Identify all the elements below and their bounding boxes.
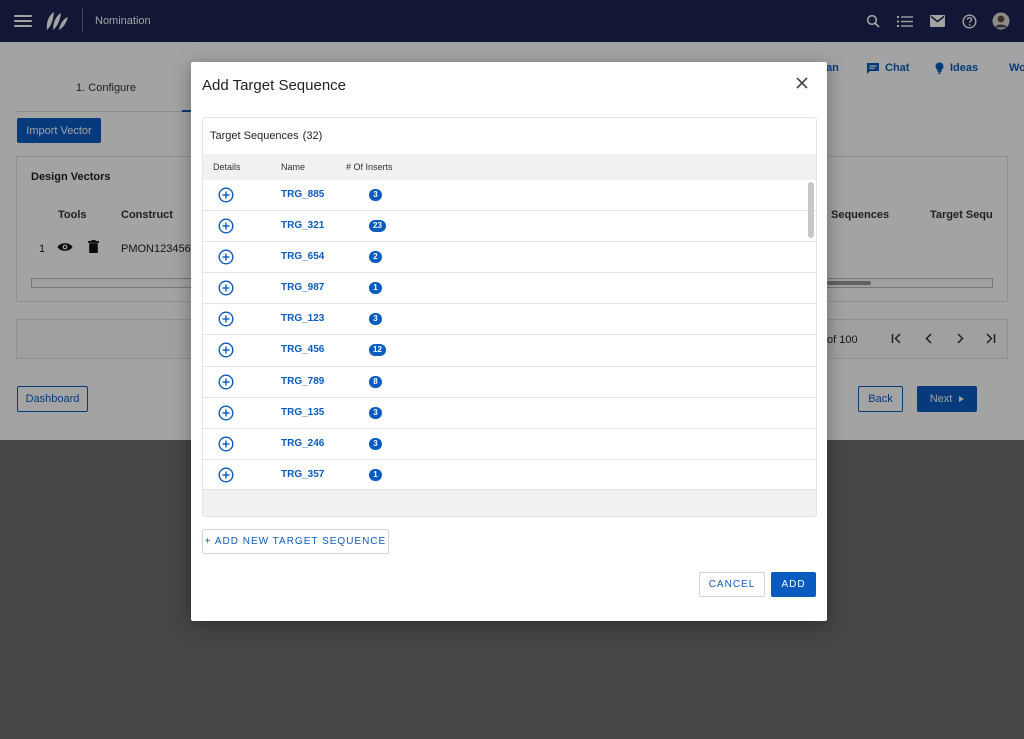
inserts-badge: 23 — [369, 220, 386, 233]
add-circle-icon[interactable] — [218, 280, 234, 296]
sequence-name[interactable]: TRG_789 — [281, 376, 324, 387]
inserts-badge: 8 — [369, 375, 382, 388]
dialog-title: Add Target Sequence — [202, 77, 347, 94]
sequence-name[interactable]: TRG_456 — [281, 344, 324, 355]
table-row[interactable]: TRG_135 3 — [203, 398, 816, 429]
sequence-name[interactable]: TRG_885 — [281, 189, 324, 200]
add-circle-icon[interactable] — [218, 374, 234, 390]
col-name[interactable]: Name — [281, 162, 305, 172]
sequence-rows[interactable]: TRG_885 3 TRG_321 23 TRG_654 2 TRG_987 1… — [203, 180, 816, 491]
table-row[interactable]: TRG_789 8 — [203, 367, 816, 398]
panel-title: Target Sequences — [210, 130, 299, 142]
cancel-button[interactable]: CANCEL — [699, 572, 765, 597]
col-inserts[interactable]: # Of Inserts — [346, 162, 393, 172]
panel-count: (32) — [302, 130, 323, 142]
add-circle-icon[interactable] — [218, 311, 234, 327]
table-row[interactable]: TRG_357 1 — [203, 460, 816, 491]
inserts-badge: 3 — [369, 406, 382, 419]
add-circle-icon[interactable] — [218, 467, 234, 483]
inserts-badge: 3 — [369, 437, 382, 450]
table-row[interactable]: TRG_246 3 — [203, 429, 816, 460]
sequence-name[interactable]: TRG_246 — [281, 438, 324, 449]
add-new-target-sequence-button[interactable]: + ADD NEW TARGET SEQUENCE — [202, 529, 389, 554]
target-sequences-panel: Target Sequences (32) Details Name # Of … — [202, 117, 817, 517]
vertical-scrollbar[interactable] — [808, 182, 814, 238]
sequence-name[interactable]: TRG_987 — [281, 282, 324, 293]
inserts-badge: 2 — [369, 251, 382, 264]
table-row[interactable]: TRG_456 12 — [203, 335, 816, 367]
add-circle-icon[interactable] — [218, 218, 234, 234]
add-button[interactable]: ADD — [771, 572, 816, 597]
col-details: Details — [213, 162, 241, 172]
inserts-badge: 3 — [369, 189, 382, 201]
add-circle-icon[interactable] — [218, 405, 234, 421]
sequence-name[interactable]: TRG_357 — [281, 469, 324, 480]
table-row[interactable]: TRG_321 23 — [203, 211, 816, 243]
table-row[interactable]: TRG_885 3 — [203, 180, 816, 212]
add-circle-icon[interactable] — [218, 187, 234, 203]
column-header: Details Name # Of Inserts — [203, 154, 816, 180]
inserts-badge: 1 — [369, 468, 382, 481]
inserts-badge: 3 — [369, 313, 382, 326]
add-circle-icon[interactable] — [218, 249, 234, 265]
sequence-name[interactable]: TRG_321 — [281, 220, 324, 231]
close-icon[interactable] — [795, 76, 809, 90]
add-circle-icon[interactable] — [218, 342, 234, 358]
add-target-sequence-dialog: Add Target Sequence Target Sequences (32… — [191, 62, 827, 621]
panel-footer — [203, 489, 816, 516]
sequence-name[interactable]: TRG_654 — [281, 251, 324, 262]
panel-header: Target Sequences (32) — [203, 118, 816, 154]
inserts-badge: 12 — [369, 344, 386, 357]
sequence-name[interactable]: TRG_135 — [281, 407, 324, 418]
sequence-name[interactable]: TRG_123 — [281, 313, 324, 324]
add-circle-icon[interactable] — [218, 436, 234, 452]
table-row[interactable]: TRG_987 1 — [203, 273, 816, 305]
table-row[interactable]: TRG_123 3 — [203, 304, 816, 336]
inserts-badge: 1 — [369, 282, 382, 295]
table-row[interactable]: TRG_654 2 — [203, 242, 816, 274]
